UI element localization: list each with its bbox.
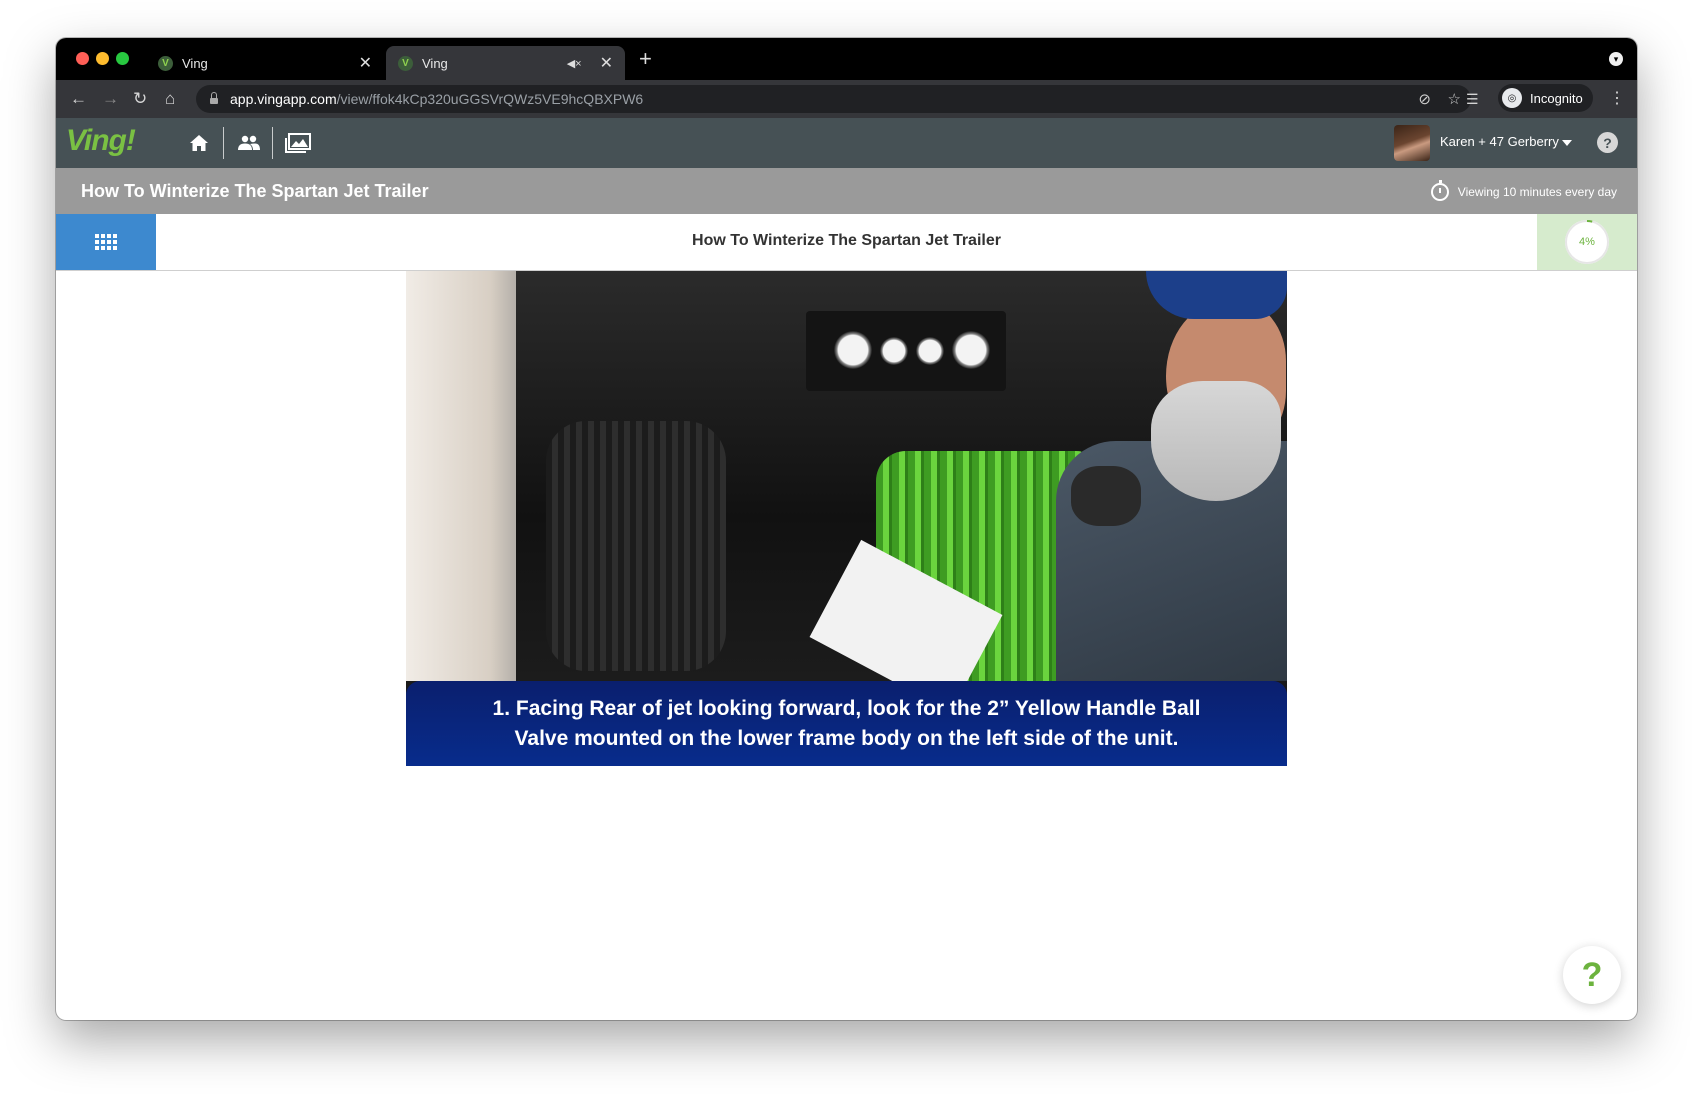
incognito-label: Incognito [1530, 90, 1583, 106]
eye-off-icon[interactable]: ⊘ [1418, 90, 1431, 108]
address-bar[interactable]: app.vingapp.com/view/ffok4kCp320uGGSVrQW… [196, 85, 1471, 113]
browser-toolbar: ← → ↻ ⌂ app.vingapp.com/view/ffok4kCp320… [56, 80, 1637, 118]
ving-logo[interactable]: Ving! [66, 124, 136, 158]
browser-tab-1[interactable]: V Ving ✕ [146, 46, 384, 80]
grid-icon [95, 234, 117, 250]
maximize-window-button[interactable] [116, 52, 129, 65]
ving-favicon-icon: V [398, 55, 413, 71]
people-icon[interactable] [236, 131, 262, 155]
step-title: How To Winterize The Spartan Jet Trailer [692, 232, 1001, 249]
media-scene [1071, 466, 1141, 526]
url-path: /view/ffok4kCp320uGGSVrQWz5VE9hcQBXPW6 [336, 91, 644, 107]
close-tab-icon[interactable]: ✕ [600, 53, 613, 73]
progress-indicator: 4% [1537, 214, 1637, 270]
progress-label: 4% [1579, 236, 1595, 248]
media-scene [880, 337, 908, 365]
star-icon[interactable]: ☆ [1448, 90, 1461, 108]
steps-grid-button[interactable] [56, 214, 156, 270]
reload-icon[interactable]: ↻ [133, 88, 147, 110]
app-header: Ving! Karen + 47 Gerberry ? [56, 118, 1637, 168]
browser-menu-icon[interactable]: ⋮ [1609, 88, 1625, 108]
browser-window: V Ving ✕ V Ving ◀× ✕ + ▾ ← → ↻ ⌂ app.vin… [56, 38, 1637, 1020]
incognito-icon: ◎ [1502, 88, 1522, 108]
tab-title: Ving [422, 55, 448, 71]
close-window-button[interactable] [76, 52, 89, 65]
close-tab-icon[interactable]: ✕ [359, 53, 372, 73]
media-scene [916, 337, 944, 365]
help-icon[interactable]: ? [1597, 132, 1618, 153]
media-scene [952, 331, 990, 369]
gallery-icon[interactable] [285, 131, 311, 155]
back-icon[interactable]: ← [70, 88, 87, 110]
user-name[interactable]: Karen + 47 Gerberry [1440, 134, 1559, 149]
incognito-badge[interactable]: ◎ Incognito [1498, 84, 1593, 112]
viewing-goal-text: Viewing 10 minutes every day [1457, 185, 1617, 199]
speaker-muted-icon[interactable]: ◀× [567, 57, 582, 70]
stopwatch-icon [1430, 180, 1449, 201]
avatar[interactable] [1394, 125, 1430, 161]
page-title: How To Winterize The Spartan Jet Trailer [81, 181, 429, 201]
nav-divider [272, 127, 273, 159]
floating-help-button[interactable]: ? [1563, 946, 1621, 1004]
home-icon[interactable]: ⌂ [165, 88, 175, 110]
browser-tab-2[interactable]: V Ving ◀× ✕ [386, 46, 625, 80]
step-header: How To Winterize The Spartan Jet Trailer… [56, 214, 1637, 271]
minimize-window-button[interactable] [96, 52, 109, 65]
home-icon[interactable] [186, 131, 212, 155]
media-scene [546, 421, 726, 671]
media-scene [834, 331, 872, 369]
viewing-goal: Viewing 10 minutes every day [1430, 180, 1617, 201]
caption-line: 1. Facing Rear of jet looking forward, l… [492, 696, 1201, 720]
ving-favicon-icon: V [158, 55, 173, 71]
reading-list-icon[interactable]: ☰ [1466, 88, 1479, 110]
media-scene [1151, 381, 1281, 501]
step-caption: 1. Facing Rear of jet looking forward, l… [406, 681, 1287, 766]
url-host: app.vingapp.com [230, 91, 337, 107]
lesson-title-bar: How To Winterize The Spartan Jet Trailer… [56, 168, 1637, 214]
tab-title: Ving [182, 55, 208, 71]
lock-icon [210, 92, 218, 104]
caption-line: Valve mounted on the lower frame body on… [514, 726, 1179, 750]
chevron-down-icon[interactable] [1562, 140, 1572, 146]
forward-icon[interactable]: → [102, 88, 119, 110]
tab-strip: V Ving ✕ V Ving ◀× ✕ + ▾ [56, 38, 1637, 80]
media-scene [806, 311, 1006, 391]
nav-divider [223, 127, 224, 159]
step-media[interactable]: 1. Facing Rear of jet looking forward, l… [406, 271, 1287, 766]
tab-search-icon[interactable]: ▾ [1609, 52, 1623, 66]
progress-ring: 4% [1565, 220, 1609, 264]
new-tab-button[interactable]: + [639, 48, 652, 70]
